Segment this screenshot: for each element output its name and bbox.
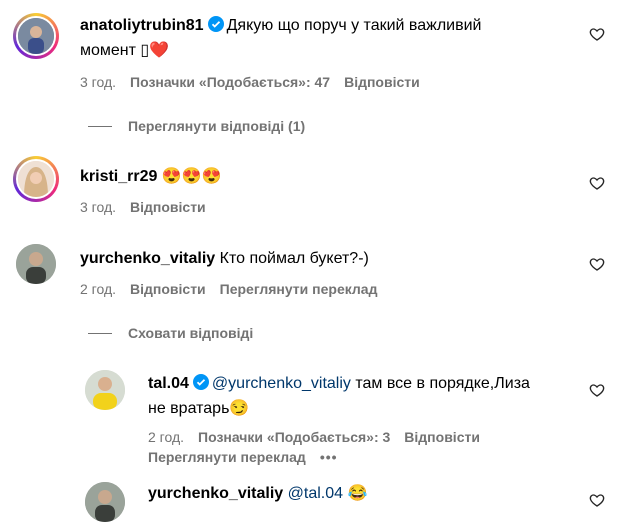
username[interactable]: tal.04 bbox=[148, 375, 189, 392]
comment-emoji: ▯❤️ bbox=[140, 42, 170, 59]
reply-text: там все в порядке,Лиза bbox=[355, 375, 530, 392]
more-options-icon[interactable]: ••• bbox=[320, 449, 338, 465]
thread-divider bbox=[88, 125, 112, 127]
like-heart-icon[interactable] bbox=[589, 175, 605, 196]
avatar[interactable] bbox=[85, 482, 125, 522]
view-replies-label: Переглянути відповіді (1) bbox=[128, 118, 306, 134]
comment-text: Дякую що поруч у такий важливий bbox=[226, 17, 482, 34]
like-heart-icon[interactable] bbox=[589, 256, 605, 277]
avatar[interactable] bbox=[16, 244, 56, 284]
username[interactable]: yurchenko_vitaliy bbox=[148, 485, 283, 502]
avatar[interactable] bbox=[16, 159, 56, 199]
likes-count[interactable]: Позначки «Подобається»: 47 bbox=[130, 74, 330, 90]
reply-emoji: 😏 bbox=[229, 400, 250, 417]
likes-count[interactable]: Позначки «Подобається»: 3 bbox=[198, 429, 390, 445]
like-heart-icon[interactable] bbox=[589, 26, 605, 47]
mention-link[interactable]: @yurchenko_vitaliy bbox=[212, 375, 351, 392]
reply-time[interactable]: 2 год. bbox=[148, 429, 184, 445]
username[interactable]: kristi_rr29 bbox=[80, 168, 157, 185]
reply-button[interactable]: Відповісти bbox=[130, 281, 206, 297]
translate-button[interactable]: Переглянути переклад bbox=[220, 281, 378, 297]
verified-badge-icon bbox=[207, 16, 224, 39]
mention-link[interactable]: @tal.04 bbox=[288, 485, 343, 502]
avatar[interactable] bbox=[85, 370, 125, 410]
avatar[interactable] bbox=[16, 16, 56, 56]
thread-divider bbox=[88, 332, 112, 334]
hide-replies-label: Сховати відповіді bbox=[128, 325, 254, 341]
like-heart-icon[interactable] bbox=[589, 492, 605, 513]
comment-text: Кто поймал букет?-) bbox=[219, 250, 369, 267]
like-heart-icon[interactable] bbox=[589, 382, 605, 403]
translate-button[interactable]: Переглянути переклад bbox=[148, 449, 306, 465]
reply-button[interactable]: Відповісти bbox=[404, 429, 480, 445]
comment-text-line2: момент bbox=[80, 42, 136, 59]
comment-time[interactable]: 3 год. bbox=[80, 74, 116, 90]
reply-emoji: 😂 bbox=[347, 485, 368, 502]
username[interactable]: anatoliytrubin81 bbox=[80, 17, 204, 34]
reply-button[interactable]: Відповісти bbox=[344, 74, 420, 90]
username[interactable]: yurchenko_vitaliy bbox=[80, 250, 215, 267]
comment-time[interactable]: 2 год. bbox=[80, 281, 116, 297]
hide-replies-button[interactable]: Сховати відповіді bbox=[88, 325, 253, 341]
comment-emoji: 😍😍😍 bbox=[161, 168, 222, 185]
reply-text-line2: не вратарь bbox=[148, 400, 230, 417]
verified-badge-icon bbox=[192, 374, 209, 397]
reply-button[interactable]: Відповісти bbox=[130, 199, 206, 215]
view-replies-button[interactable]: Переглянути відповіді (1) bbox=[88, 118, 305, 134]
comment-time[interactable]: 3 год. bbox=[80, 199, 116, 215]
